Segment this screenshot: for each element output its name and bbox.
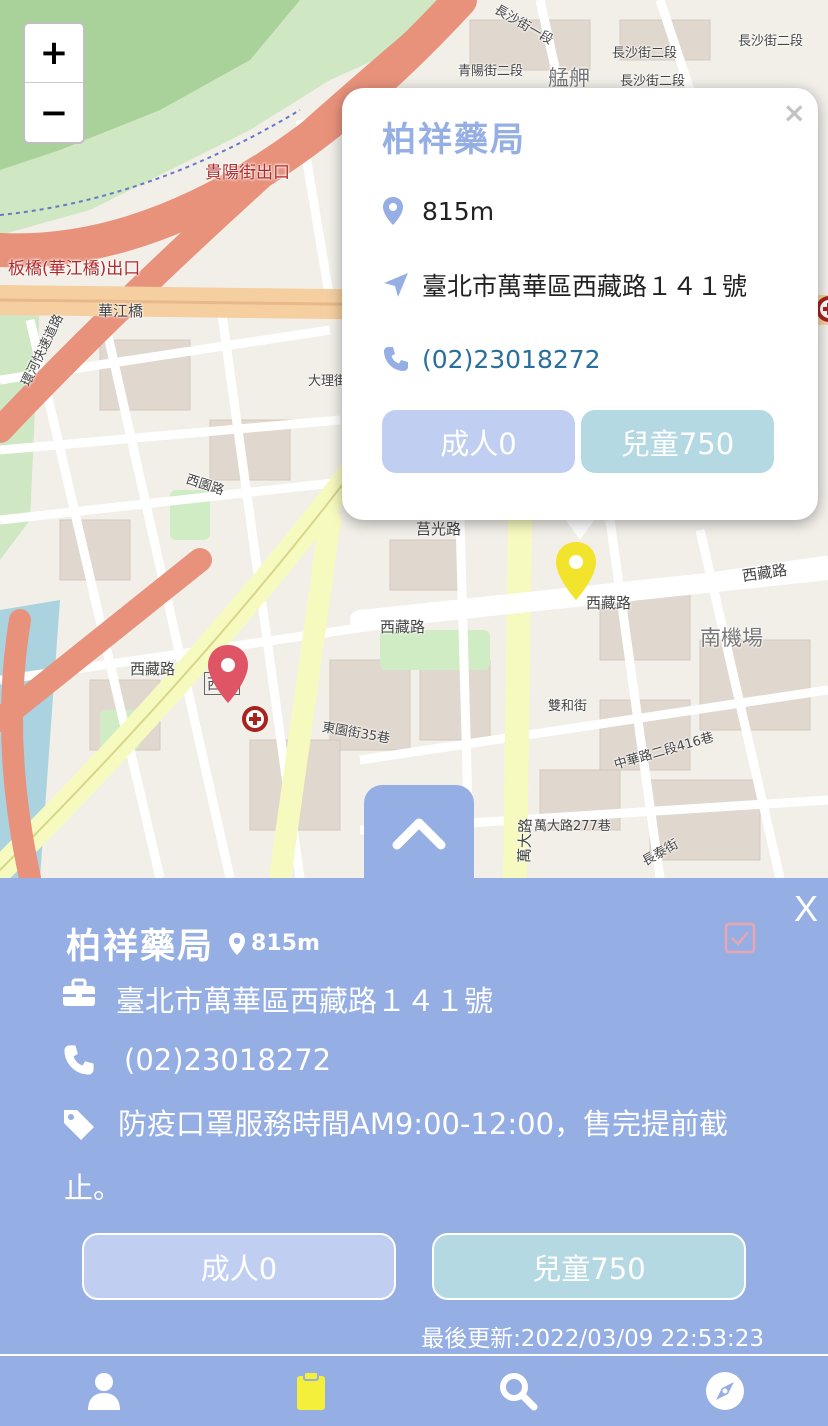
compass-icon [705,1372,744,1410]
phone-icon [62,1043,124,1077]
map-label: 長沙街二段 [612,46,678,61]
map-label: 西藏路 [130,660,176,678]
map-label: 華江橋 [98,302,144,320]
map-pin-icon [229,932,246,955]
map-label: 青陽街二段 [458,64,524,79]
map-marker-selected[interactable] [553,540,599,602]
panel-header: 柏祥藥局 815m [66,918,320,969]
map-pin-icon [382,196,412,226]
bottom-nav [0,1354,828,1426]
pharmacy-popup: × 柏祥藥局 815m 臺北市萬華區西藏路１４１號 (02)23018272 成… [342,88,818,520]
map-label: 莒光路 [416,520,462,538]
zoom-in-button[interactable]: + [25,24,83,83]
panel-close-button[interactable]: X [794,888,818,930]
map-label: 萬大路 [515,817,535,864]
map-marker-other[interactable] [205,643,251,705]
panel-toggle-button[interactable] [364,785,474,880]
popup-child-stock-button[interactable]: 兒童750 [581,410,774,473]
panel-address: 臺北市萬華區西藏路１４１號 [116,984,494,1018]
map-label: 板橋(華江橋)出口 [8,259,141,279]
nav-locate[interactable] [621,1356,828,1426]
clipboard-icon [296,1371,325,1410]
popup-adult-stock-button[interactable]: 成人0 [382,410,575,473]
map-label: 南機場 [700,626,763,650]
popup-phone-link[interactable]: (02)23018272 [422,345,601,374]
panel-phone[interactable]: (02)23018272 [124,1043,331,1077]
map-label: 萬大路277巷 [534,819,611,834]
panel-distance-value: 815m [251,931,320,956]
user-icon [87,1373,120,1410]
popup-distance-row: 815m [382,174,778,248]
last-updated-text: 最後更新:2022/03/09 22:53:23 [421,1326,764,1352]
nav-profile[interactable] [0,1356,207,1426]
map-label: 雙和街 [548,699,588,714]
phone-icon [382,345,412,373]
map-label: 西藏路 [380,618,426,636]
popup-distance: 815m [422,196,495,226]
child-stock-button[interactable]: 兒童750 [432,1233,746,1300]
panel-address-row: 臺北市萬華區西藏路１４１號 [62,978,493,1020]
map-label: 長沙街二段 [738,34,804,49]
popup-title: 柏祥藥局 [382,120,526,160]
map-view[interactable]: 長沙街一段 長沙街二段 長沙街二段 長沙街二段 青陽街二段 艋舺 貴陽街出口 板… [0,0,828,878]
search-icon [499,1373,537,1411]
zoom-out-button[interactable]: − [25,83,83,142]
map-label: 長沙街二段 [620,74,686,89]
location-arrow-icon [382,271,412,299]
pharmacy-icon [242,706,268,732]
briefcase-icon [62,978,116,1008]
chevron-up-icon [392,818,446,849]
popup-stock: 成人0 兒童750 [382,410,778,473]
popup-address-row: 臺北市萬華區西藏路１４１號 [382,248,778,322]
zoom-control: + − [23,22,85,144]
panel-distance: 815m [228,931,320,956]
panel-title: 柏祥藥局 [66,927,215,967]
pharmacy-info-panel: X 柏祥藥局 815m 臺北市萬華區西藏路１４１號 (02)23018272 防… [0,878,828,1354]
popup-close-button[interactable]: × [783,96,806,129]
popup-phone-row: (02)23018272 [382,322,778,396]
panel-note: 防疫口罩服務時間AM9:00-12:00，售完提前截止。 [64,1107,729,1205]
favorite-checkbox-icon[interactable] [724,922,756,954]
nav-search[interactable] [414,1356,621,1426]
map-label: 貴陽街出口 [205,163,290,183]
panel-stock: 成人0 兒童750 [82,1233,746,1300]
nav-list[interactable] [207,1356,414,1426]
panel-phone-row: (02)23018272 [62,1043,331,1077]
popup-address: 臺北市萬華區西藏路１４１號 [422,272,748,301]
adult-stock-button[interactable]: 成人0 [82,1233,396,1300]
